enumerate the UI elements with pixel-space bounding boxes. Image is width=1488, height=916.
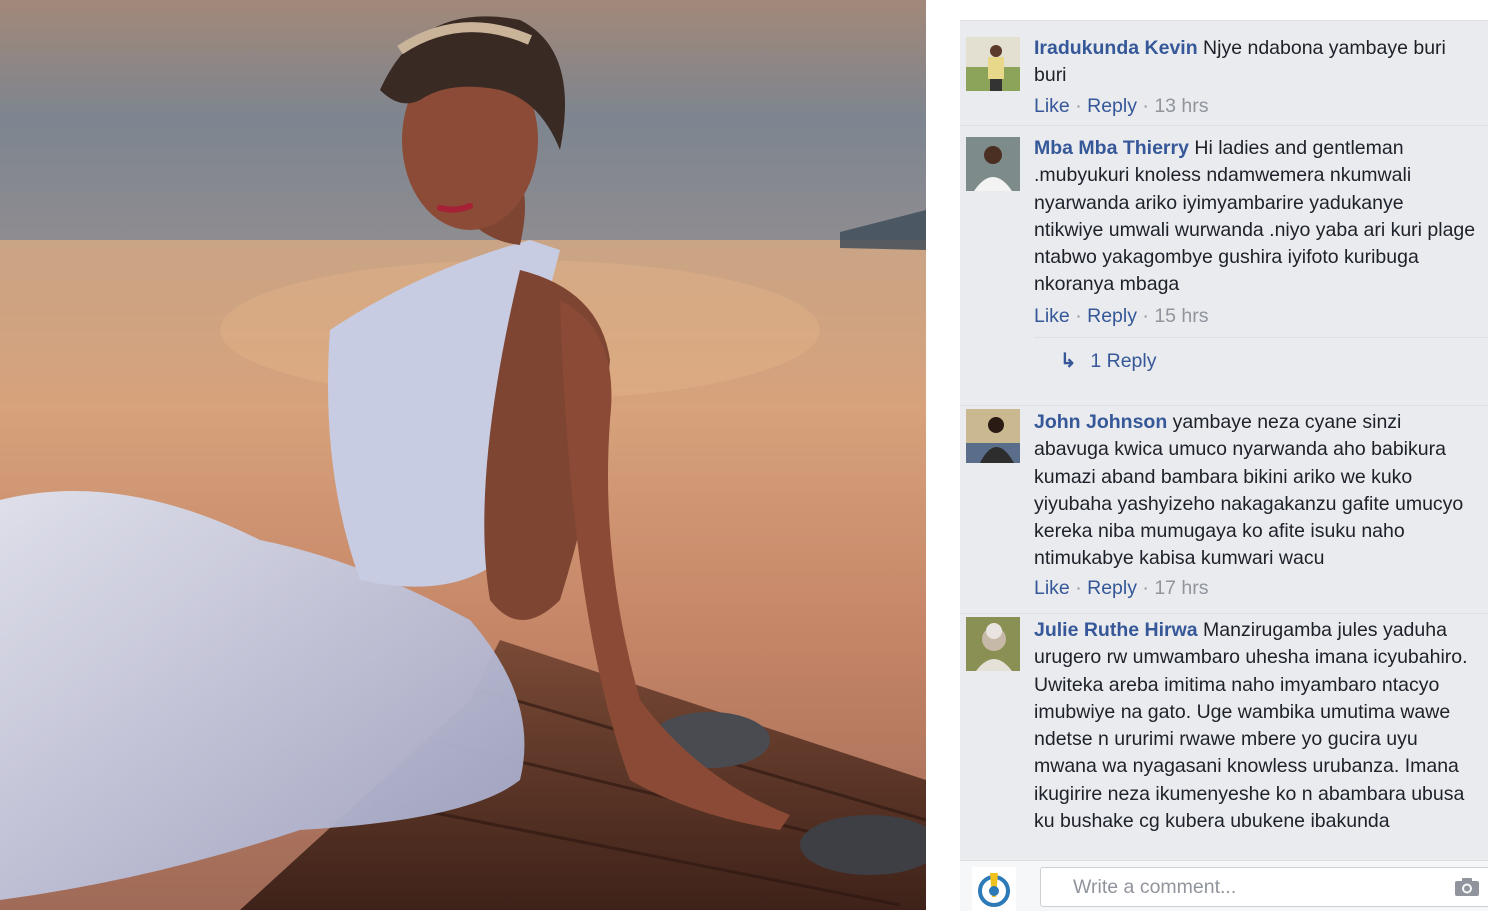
reply-button[interactable]: Reply <box>1087 95 1137 117</box>
avatar[interactable] <box>966 409 1020 463</box>
avatar[interactable] <box>966 617 1020 671</box>
comment-actions: Like · Reply · 15 hrs <box>1034 305 1209 327</box>
comment-text: Hi ladies and gentleman .mubyukuri knole… <box>1034 137 1476 296</box>
reply-button[interactable]: Reply <box>1087 577 1137 599</box>
comment-actions: Like · Reply · 17 hrs <box>1034 577 1209 599</box>
avatar[interactable] <box>966 37 1020 91</box>
view-replies-label: 1 Reply <box>1090 350 1157 372</box>
comment-item: Julie Ruthe Hirwa Manzirugamba jules yad… <box>960 613 1488 861</box>
comment-author[interactable]: Mba Mba Thierry <box>1034 137 1189 159</box>
avatar[interactable] <box>966 137 1020 191</box>
comment-list: Iradukunda Kevin Njye ndabona yambaye bu… <box>960 20 1488 861</box>
current-user-avatar[interactable] <box>972 867 1016 911</box>
comment-item: John Johnson yambaye neza cyane sinzi ab… <box>960 405 1488 614</box>
comment-text: yambaye neza cyane sinzi abavuga kwica u… <box>1034 411 1464 570</box>
like-button[interactable]: Like <box>1034 577 1070 599</box>
comment-body: John Johnson yambaye neza cyane sinzi ab… <box>1034 409 1478 573</box>
post-photo[interactable] <box>0 0 926 910</box>
comment-author[interactable]: John Johnson <box>1034 411 1167 433</box>
reply-button[interactable]: Reply <box>1087 305 1137 327</box>
comment-body: Iradukunda Kevin Njye ndabona yambaye bu… <box>1034 35 1478 90</box>
comment-timestamp[interactable]: 17 hrs <box>1154 577 1208 599</box>
comment-composer: Write a comment... <box>960 860 1488 911</box>
comment-item: Iradukunda Kevin Njye ndabona yambaye bu… <box>960 21 1488 126</box>
comments-panel: Iradukunda Kevin Njye ndabona yambaye bu… <box>926 0 1488 911</box>
like-button[interactable]: Like <box>1034 95 1070 117</box>
comment-body: Mba Mba Thierry Hi ladies and gentleman … <box>1034 135 1478 299</box>
camera-icon[interactable] <box>1454 877 1480 902</box>
view-replies-link[interactable]: ↳ 1 Reply <box>1060 349 1156 373</box>
comment-actions: Like · Reply · 13 hrs <box>1034 95 1209 117</box>
comment-author[interactable]: Julie Ruthe Hirwa <box>1034 619 1198 641</box>
divider <box>1034 337 1488 338</box>
reply-arrow-icon: ↳ <box>1060 350 1077 372</box>
comment-text: Manzirugamba jules yaduha urugero rw umw… <box>1034 619 1468 833</box>
comment-author[interactable]: Iradukunda Kevin <box>1034 37 1198 59</box>
like-button[interactable]: Like <box>1034 305 1070 327</box>
comment-body: Julie Ruthe Hirwa Manzirugamba jules yad… <box>1034 617 1478 835</box>
comment-input[interactable]: Write a comment... <box>1040 867 1488 907</box>
comment-timestamp[interactable]: 15 hrs <box>1154 305 1208 327</box>
comment-timestamp[interactable]: 13 hrs <box>1154 95 1208 117</box>
comment-item: Mba Mba Thierry Hi ladies and gentleman … <box>960 125 1488 406</box>
